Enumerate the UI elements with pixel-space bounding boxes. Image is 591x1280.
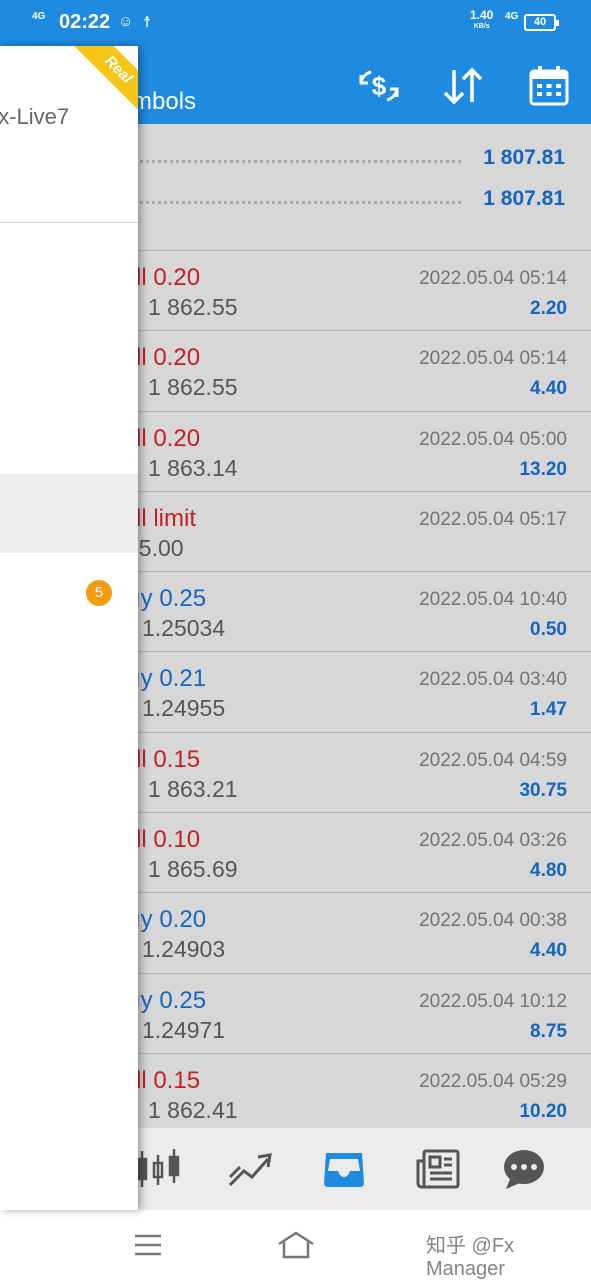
order-title: ll limit — [136, 504, 196, 532]
order-price: 1 863.14 — [148, 454, 238, 481]
currency-exchange-button[interactable]: $ — [357, 64, 401, 108]
notification-badge: 5 — [86, 580, 112, 606]
order-time: 2022.05.04 03:40 — [419, 669, 567, 691]
order-price: 1 862.55 — [148, 294, 238, 320]
order-title: ıy 0.21 — [134, 665, 207, 693]
order-profit: 10.20 — [519, 1100, 567, 1122]
order-profit: 4.40 — [530, 940, 567, 962]
screen: 4G 02:22 ☺ ☨ 1.40 KB/s 4G 40 y ymbols $ — [0, 0, 591, 1280]
order-time: 2022.05.04 05:00 — [419, 428, 567, 450]
order-price: 1 865.69 — [148, 856, 238, 883]
order-profit: 0.50 — [530, 619, 567, 641]
order-title: ll 0.15 — [136, 1066, 201, 1094]
order-title: ll 0.10 — [136, 826, 201, 854]
order-title: ıy 0.25 — [134, 585, 207, 613]
summary-value-1: 1 807.81 — [483, 146, 565, 169]
inbox-icon — [324, 1153, 364, 1187]
svg-text:$: $ — [372, 71, 387, 101]
order-time: 2022.05.04 00:38 — [419, 910, 567, 932]
order-time: 2022.05.04 03:26 — [419, 830, 567, 852]
order-price: 1 862.55 — [148, 374, 238, 401]
news-icon — [416, 1149, 460, 1189]
navigation-drawer[interactable]: ax-Live7 Real 5 — [0, 46, 138, 1210]
chart-candles-icon — [136, 1149, 180, 1187]
order-title: ll 0.20 — [136, 264, 201, 291]
chat-icon — [504, 1150, 544, 1189]
tab-chat[interactable] — [500, 1147, 548, 1191]
order-time: 2022.05.04 05:17 — [419, 508, 567, 530]
order-profit: 1.47 — [530, 699, 567, 721]
dotted-leader — [140, 160, 461, 163]
net-speed: 1.40 KB/s — [470, 8, 494, 32]
network-label: 4G — [32, 11, 46, 22]
order-price: 1.24903 — [142, 936, 226, 963]
account-name[interactable]: ax-Live7 — [0, 104, 69, 130]
status-time: 02:22 — [59, 11, 111, 33]
order-profit: 4.40 — [530, 378, 567, 400]
net-speed-unit: KB/s — [473, 23, 490, 30]
order-profit: 30.75 — [519, 779, 567, 801]
order-time: 2022.05.04 04:59 — [419, 749, 567, 771]
order-profit: 8.75 — [530, 1020, 567, 1042]
home-nav-button[interactable] — [276, 1228, 316, 1262]
sort-button[interactable] — [441, 64, 485, 108]
network-indicator-right: 4G — [505, 11, 519, 22]
tab-quotes[interactable] — [134, 1147, 182, 1191]
order-time: 2022.05.04 05:14 — [419, 348, 567, 370]
tab-inbox[interactable] — [320, 1147, 368, 1191]
order-profit: 13.20 — [519, 458, 567, 480]
order-time: 2022.05.04 10:12 — [419, 990, 567, 1012]
status-bar: 4G 02:22 ☺ ☨ 1.40 KB/s 4G 40 — [0, 0, 591, 46]
currency-exchange-icon: $ — [359, 70, 399, 102]
tab-trade[interactable] — [226, 1147, 274, 1191]
network-indicator: 4G — [32, 12, 45, 22]
order-time: 2022.05.04 05:14 — [419, 268, 567, 289]
order-title: ıy 0.20 — [134, 906, 207, 934]
trade-trend-icon — [228, 1153, 272, 1187]
order-time: 2022.05.04 10:40 — [419, 589, 567, 611]
order-profit: 4.80 — [530, 860, 567, 882]
real-account-ribbon: Real — [65, 46, 138, 123]
sort-icon — [443, 67, 483, 105]
app-notification-icon: ☺ — [118, 13, 134, 30]
tab-news[interactable] — [414, 1147, 462, 1191]
home-icon — [278, 1231, 314, 1259]
calendar-button[interactable] — [527, 64, 571, 108]
order-price: 1.24971 — [142, 1016, 226, 1043]
watermark: 知乎 @Fx Manager — [426, 1235, 515, 1280]
order-title: ll 0.20 — [136, 344, 201, 372]
order-title: ll 0.20 — [136, 424, 201, 452]
summary-value-2: 1 807.81 — [483, 187, 565, 210]
order-title: ıy 0.25 — [134, 986, 207, 1014]
system-nav-bar: 知乎 @Fx Manager — [0, 1210, 591, 1280]
order-title: ll 0.15 — [136, 745, 201, 773]
order-price: 1.24955 — [142, 695, 226, 722]
drawer-divider — [0, 222, 138, 223]
order-time: 2022.05.04 05:29 — [419, 1070, 567, 1092]
battery-indicator: 40 — [524, 14, 559, 31]
dotted-leader — [140, 201, 461, 204]
calendar-icon — [529, 66, 569, 106]
accessibility-icon: ☨ — [143, 14, 152, 31]
net-speed-value: 1.40 — [470, 8, 494, 22]
order-profit: 2.20 — [530, 298, 567, 319]
menu-nav-button[interactable] — [128, 1228, 168, 1262]
drawer-item-selected[interactable] — [0, 474, 138, 553]
order-price: 1 863.21 — [148, 775, 238, 802]
order-price: 1.25034 — [142, 615, 226, 642]
order-price: 1 862.41 — [148, 1096, 238, 1123]
menu-icon — [135, 1234, 161, 1256]
